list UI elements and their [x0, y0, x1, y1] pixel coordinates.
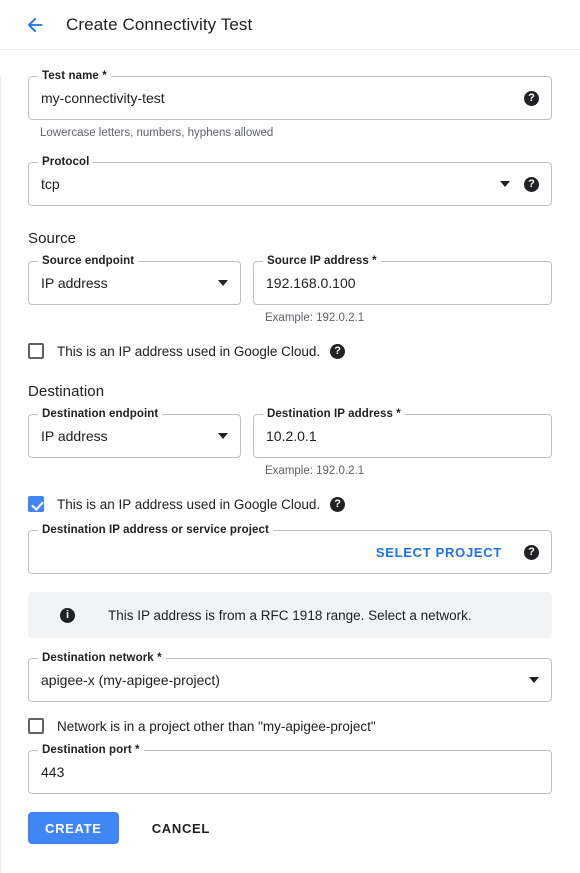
- destination-ip-block: Destination IP address * 10.2.0.1 Exampl…: [253, 414, 552, 478]
- destination-ip-input[interactable]: Destination IP address * 10.2.0.1: [253, 414, 552, 458]
- source-endpoint-block: Source endpoint IP address: [28, 261, 241, 305]
- destination-network-value: apigee-x (my-apigee-project): [41, 672, 521, 688]
- test-name-value: my-connectivity-test: [41, 90, 524, 106]
- chevron-down-icon[interactable]: [529, 677, 539, 683]
- other-project-checkbox-label: Network is in a project other than "my-a…: [57, 719, 376, 734]
- other-project-checkbox-row[interactable]: Network is in a project other than "my-a…: [28, 718, 552, 734]
- source-endpoint-value: IP address: [41, 275, 210, 291]
- destination-port-input[interactable]: Destination port * 443: [28, 750, 552, 794]
- destination-port-block: Destination port * 443: [28, 750, 552, 794]
- select-project-button[interactable]: SELECT PROJECT: [376, 545, 502, 560]
- protocol-value: tcp: [41, 176, 492, 192]
- test-name-field-block: Test name * my-connectivity-test ? Lower…: [28, 76, 552, 140]
- destination-network-block: Destination network * apigee-x (my-apige…: [28, 658, 552, 702]
- source-gcp-help-icon[interactable]: ?: [330, 344, 345, 359]
- page-header: Create Connectivity Test: [0, 0, 580, 50]
- source-endpoint-select[interactable]: Source endpoint IP address: [28, 261, 241, 305]
- destination-endpoint-select[interactable]: Destination endpoint IP address: [28, 414, 241, 458]
- protocol-field-block: Protocol tcp ?: [28, 162, 552, 206]
- page-title: Create Connectivity Test: [66, 15, 252, 35]
- service-project-help-icon[interactable]: ?: [524, 545, 539, 560]
- source-ip-helper-text: Example: 192.0.2.1: [265, 311, 552, 325]
- destination-ip-helper-text: Example: 192.0.2.1: [265, 464, 552, 478]
- form-container: Test name * my-connectivity-test ? Lower…: [0, 76, 580, 873]
- create-button[interactable]: CREATE: [28, 812, 119, 844]
- test-name-label: Test name *: [38, 70, 111, 82]
- rfc1918-info-banner: i This IP address is from a RFC 1918 ran…: [28, 592, 552, 638]
- protocol-help-icon[interactable]: ?: [524, 177, 539, 192]
- destination-network-select[interactable]: Destination network * apigee-x (my-apige…: [28, 658, 552, 702]
- source-endpoint-label: Source endpoint: [38, 255, 138, 267]
- source-ip-input[interactable]: Source IP address * 192.168.0.100: [253, 261, 552, 305]
- destination-ip-value: 10.2.0.1: [266, 428, 539, 444]
- service-project-label: Destination IP address or service projec…: [38, 524, 273, 536]
- source-gcp-checkbox[interactable]: [28, 343, 44, 359]
- source-gcp-checkbox-label: This is an IP address used in Google Clo…: [57, 344, 320, 359]
- destination-row: Destination endpoint IP address Destinat…: [28, 414, 552, 478]
- chevron-down-icon[interactable]: [218, 433, 228, 439]
- source-ip-block: Source IP address * 192.168.0.100 Exampl…: [253, 261, 552, 325]
- destination-port-value: 443: [41, 764, 539, 780]
- destination-section-title: Destination: [28, 383, 552, 400]
- other-project-checkbox[interactable]: [28, 718, 44, 734]
- form-actions: CREATE CANCEL: [28, 812, 552, 844]
- source-gcp-checkbox-row[interactable]: This is an IP address used in Google Clo…: [28, 343, 552, 359]
- source-row: Source endpoint IP address Source IP add…: [28, 261, 552, 325]
- destination-gcp-checkbox-label: This is an IP address used in Google Clo…: [57, 497, 320, 512]
- cancel-button[interactable]: CANCEL: [144, 821, 218, 836]
- back-arrow-icon[interactable]: [22, 12, 48, 38]
- source-ip-label: Source IP address *: [263, 255, 381, 267]
- destination-endpoint-label: Destination endpoint: [38, 408, 162, 420]
- test-name-helper-text: Lowercase letters, numbers, hyphens allo…: [40, 126, 552, 140]
- destination-gcp-checkbox-row[interactable]: This is an IP address used in Google Clo…: [28, 496, 552, 512]
- source-section-title: Source: [28, 230, 552, 247]
- protocol-select[interactable]: Protocol tcp ?: [28, 162, 552, 206]
- chevron-down-icon[interactable]: [218, 280, 228, 286]
- create-connectivity-test-page: Create Connectivity Test Test name * my-…: [0, 0, 580, 873]
- info-icon: i: [60, 608, 75, 623]
- destination-network-label: Destination network *: [38, 652, 166, 664]
- destination-gcp-checkbox[interactable]: [28, 496, 44, 512]
- destination-gcp-help-icon[interactable]: ?: [330, 497, 345, 512]
- destination-endpoint-block: Destination endpoint IP address: [28, 414, 241, 458]
- destination-ip-label: Destination IP address *: [263, 408, 405, 420]
- chevron-down-icon[interactable]: [500, 181, 510, 187]
- source-ip-value: 192.168.0.100: [266, 275, 539, 291]
- protocol-label: Protocol: [38, 156, 93, 168]
- service-project-block: Destination IP address or service projec…: [28, 530, 552, 574]
- test-name-input[interactable]: Test name * my-connectivity-test ?: [28, 76, 552, 120]
- destination-endpoint-value: IP address: [41, 428, 210, 444]
- rfc1918-info-text: This IP address is from a RFC 1918 range…: [108, 608, 472, 623]
- service-project-field[interactable]: Destination IP address or service projec…: [28, 530, 552, 574]
- test-name-help-icon[interactable]: ?: [524, 91, 539, 106]
- destination-port-label: Destination port *: [38, 744, 144, 756]
